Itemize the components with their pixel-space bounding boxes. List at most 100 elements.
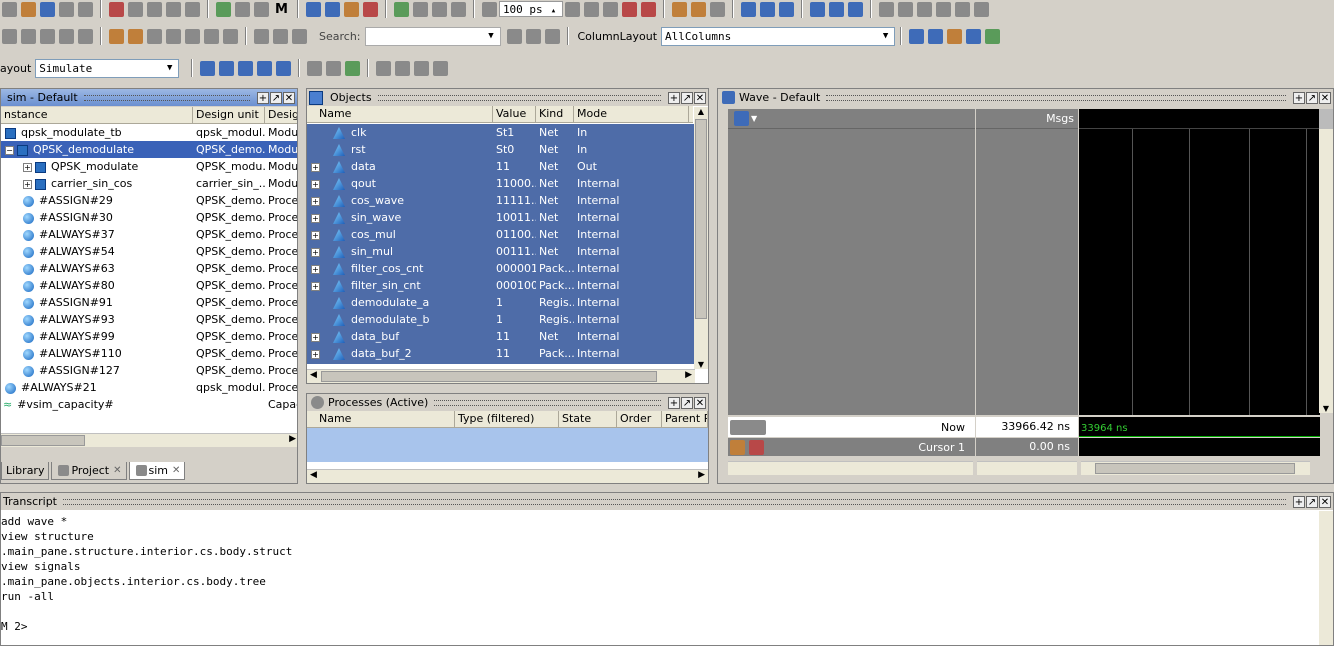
wave-add-icon[interactable] <box>909 28 925 44</box>
move-icon[interactable] <box>40 28 55 44</box>
back-arrow-icon[interactable] <box>431 1 447 17</box>
chevron-down-icon[interactable]: ▼ <box>161 60 178 77</box>
column-layout-select[interactable]: AllColumns ▼ <box>661 26 896 46</box>
zoom-box-icon[interactable] <box>21 28 36 44</box>
zoom-out-icon[interactable] <box>219 60 235 76</box>
chevron-down-icon[interactable]: ▼ <box>483 28 500 45</box>
wave-format-icon[interactable] <box>966 28 982 44</box>
column-header[interactable]: Kind <box>536 106 574 122</box>
processes-panel-titlebar[interactable]: Processes (Active) + ↗ ✕ <box>307 394 708 411</box>
undock-icon[interactable]: ↗ <box>270 91 282 104</box>
grip-handle[interactable] <box>434 399 661 406</box>
dataflow-icon[interactable] <box>324 1 340 17</box>
objects-horizontal-scrollbar[interactable]: ◀ ▶ <box>307 369 695 383</box>
now-tools-icon[interactable] <box>730 419 766 435</box>
new-file-icon[interactable] <box>2 1 17 17</box>
tree-row[interactable]: + QPSK_modulate QPSK_modu...Module <box>1 158 297 175</box>
sim-horizontal-scrollbar[interactable]: ▶ <box>1 433 297 447</box>
cursor-icon[interactable] <box>2 28 17 44</box>
align-icon[interactable] <box>59 28 74 44</box>
object-row[interactable]: + data 11 Net Out <box>307 158 695 175</box>
run-icon[interactable] <box>564 1 580 17</box>
expander-icon[interactable]: + <box>311 162 320 172</box>
column-header[interactable]: Value <box>493 106 536 122</box>
expander-icon[interactable]: + <box>311 247 320 257</box>
tree3-icon[interactable] <box>847 1 863 17</box>
clipboard-icon[interactable] <box>935 1 951 17</box>
display-mode3-icon[interactable] <box>345 60 361 76</box>
expander-icon[interactable]: + <box>311 179 320 189</box>
layout-select[interactable]: Simulate ▼ <box>35 58 180 78</box>
zoom-in-icon[interactable] <box>200 60 216 76</box>
dock-icon[interactable]: + <box>668 396 680 409</box>
search-forward-icon[interactable] <box>506 28 522 44</box>
logic-icon[interactable] <box>254 28 269 44</box>
tree-row[interactable]: #ALWAYS#99 QPSK_demo...Proces <box>1 328 297 345</box>
dock-icon[interactable]: + <box>257 91 269 104</box>
object-row[interactable]: + cos_mul 01100...Net Internal <box>307 226 695 243</box>
wave-group-icon[interactable] <box>928 28 944 44</box>
objects-panel-titlebar[interactable]: Objects + ↗ ✕ <box>307 89 708 106</box>
transcript-vertical-scrollbar[interactable] <box>1319 511 1333 645</box>
column-header[interactable]: Design unit <box>193 107 265 123</box>
tree-row[interactable]: #ASSIGN#91 QPSK_demo...Proces <box>1 294 297 311</box>
tree-row[interactable]: ≈ #vsim_capacity# Capac <box>1 396 297 413</box>
close-icon[interactable]: ✕ <box>694 91 706 104</box>
tree-row[interactable]: #ALWAYS#54 QPSK_demo...Proces <box>1 243 297 260</box>
tree-row[interactable]: #ASSIGN#127 QPSK_demo...Proces <box>1 362 297 379</box>
column-header[interactable]: Parent Pa <box>662 411 708 427</box>
grip-handle[interactable] <box>63 498 1286 505</box>
all-icon[interactable] <box>954 1 970 17</box>
zoom-cursor-icon[interactable] <box>257 60 273 76</box>
search-input[interactable]: ▼ <box>364 26 501 46</box>
wave-color-icon[interactable] <box>947 28 963 44</box>
wave-style4-icon[interactable] <box>433 60 449 76</box>
sim-panel-titlebar[interactable]: sim - Default + ↗ ✕ <box>1 89 297 106</box>
scroll-left-icon[interactable]: ◀ <box>310 370 317 380</box>
scroll-right-icon[interactable]: ▶ <box>289 434 296 444</box>
wave-tools-icon[interactable] <box>734 111 749 126</box>
expander-icon[interactable]: + <box>311 264 320 274</box>
logic3-icon[interactable] <box>292 28 307 44</box>
cut-icon[interactable] <box>109 1 124 17</box>
transcript-titlebar[interactable]: Transcript + ↗ ✕ <box>1 493 1333 510</box>
break-run-icon[interactable] <box>621 1 637 17</box>
wave-panel-titlebar[interactable]: Wave - Default + ↗ ✕ <box>718 89 1333 106</box>
column-header[interactable]: State <box>559 411 617 427</box>
tree-icon[interactable] <box>809 1 825 17</box>
column-header[interactable]: nstance <box>1 107 193 123</box>
object-row[interactable]: + cos_wave 11111...Net Internal <box>307 192 695 209</box>
object-row[interactable]: + sin_wave 10011...Net Internal <box>307 209 695 226</box>
column-header[interactable]: Order <box>617 411 662 427</box>
print-preview-icon[interactable] <box>78 1 93 17</box>
scroll-down-icon[interactable]: ▼ <box>694 360 708 369</box>
close-icon[interactable]: ✕ <box>1319 495 1331 508</box>
step-over-icon[interactable] <box>690 1 706 17</box>
scroll-left-icon[interactable]: ◀ <box>310 470 317 480</box>
wave-style3-icon[interactable] <box>414 60 430 76</box>
refresh-icon[interactable] <box>897 1 913 17</box>
zoom-full-icon[interactable] <box>238 60 254 76</box>
layers-icon[interactable] <box>305 1 321 17</box>
object-row[interactable]: + qout 11000...Net Internal <box>307 175 695 192</box>
insert-cursor-icon[interactable] <box>109 28 124 44</box>
display-mode2-icon[interactable] <box>326 60 342 76</box>
step-up-icon[interactable] <box>412 1 428 17</box>
object-row[interactable]: + data_buf_2 11 Pack... Internal <box>307 345 695 362</box>
edge2-icon[interactable] <box>204 28 219 44</box>
wave-vertical-scrollbar[interactable]: ▼ <box>1319 109 1333 413</box>
objects-vertical-scrollbar[interactable]: ▲ ▼ <box>694 107 708 369</box>
compile-icon[interactable] <box>216 1 231 17</box>
delete-cursor-icon[interactable] <box>128 28 143 44</box>
stop-icon[interactable] <box>640 1 656 17</box>
expander-icon[interactable]: + <box>23 179 32 189</box>
grip-handle[interactable] <box>826 94 1286 101</box>
expander-icon[interactable]: + <box>311 332 320 342</box>
column-header[interactable]: Name <box>307 411 455 427</box>
next-edge-icon[interactable] <box>166 28 181 44</box>
tree-row[interactable]: qpsk_modulate_tb qpsk_modul...Module <box>1 124 297 141</box>
close-icon[interactable]: ✕ <box>172 463 180 479</box>
save-icon[interactable] <box>40 1 55 17</box>
dock-icon[interactable]: + <box>1293 495 1305 508</box>
cursor-remove-icon[interactable] <box>749 439 764 455</box>
